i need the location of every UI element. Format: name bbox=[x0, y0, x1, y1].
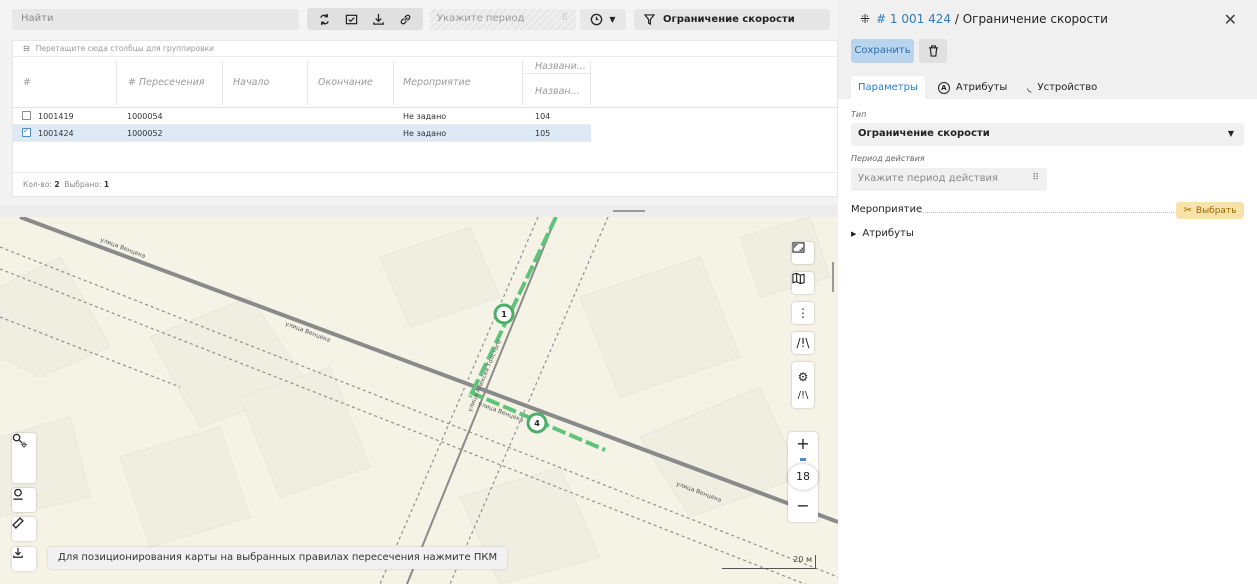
cell-event: Не задано bbox=[403, 112, 447, 121]
map-layers-icon[interactable] bbox=[792, 272, 814, 294]
type-label: Тип bbox=[851, 110, 867, 119]
zoom-in-button[interactable]: + bbox=[788, 434, 818, 453]
svg-text:1: 1 bbox=[501, 310, 507, 319]
map-view[interactable]: улица Венцека улица Венцека улица Венцек… bbox=[0, 217, 838, 584]
record-id-link[interactable]: # 1 001 424 bbox=[876, 12, 951, 26]
download-icon[interactable] bbox=[368, 9, 390, 29]
svg-text:4: 4 bbox=[534, 419, 540, 428]
attribute-icon: A bbox=[937, 81, 950, 94]
calendar-grid-icon: ⠿ bbox=[1032, 173, 1039, 183]
link-icon[interactable] bbox=[395, 9, 417, 29]
data-grid: ⊟ Перетащите сюда столбцы для группировк… bbox=[12, 40, 838, 197]
map-left-tools: ⌖ bbox=[12, 433, 36, 483]
group-icon: ⊟ bbox=[23, 44, 30, 53]
period-field[interactable]: Укажите период действия ⠿ bbox=[851, 168, 1047, 191]
column-header-name[interactable]: Назван... bbox=[535, 86, 580, 97]
row-checkbox[interactable] bbox=[22, 111, 31, 120]
column-group-header-name[interactable]: Названи... bbox=[535, 61, 586, 72]
marker-1[interactable]: 1 bbox=[493, 303, 515, 325]
caret-right-icon: ▶ bbox=[851, 229, 857, 238]
fullscreen-icon[interactable] bbox=[792, 242, 814, 264]
grid-footer: Кол-во: 2 Выбрано: 1 bbox=[13, 172, 837, 196]
cell-name: 104 bbox=[535, 112, 551, 121]
location-pin-icon[interactable] bbox=[12, 488, 36, 512]
panel-resize-handle[interactable] bbox=[832, 262, 834, 292]
event-label: Мероприятие bbox=[851, 204, 923, 215]
filter-label: Ограничение скорости bbox=[663, 14, 795, 25]
map-hint: Для позиционирования карты на выбранных … bbox=[48, 547, 508, 569]
top-toolbar: Найти Укажите период ⠿ ▼ Ограничение скор… bbox=[0, 0, 838, 38]
attributes-expander[interactable]: ▶ Атрибуты bbox=[851, 228, 914, 239]
rule-icon: ⁜ bbox=[860, 12, 871, 26]
road-icon[interactable]: /!\ bbox=[792, 332, 814, 354]
table-row[interactable]: 1001419 1000054 Не задано 104 bbox=[13, 108, 591, 125]
choose-button[interactable]: ✂ Выбрать bbox=[1176, 202, 1244, 219]
marker-4[interactable]: 4 bbox=[526, 412, 548, 434]
close-icon[interactable]: ✕ bbox=[1224, 10, 1237, 29]
clock-icon bbox=[591, 13, 603, 26]
search-input[interactable]: Найти bbox=[12, 9, 299, 30]
download-icon[interactable] bbox=[12, 547, 36, 571]
cell-intersection: 1000052 bbox=[127, 129, 163, 138]
cell-name: 105 bbox=[535, 129, 551, 138]
tab-attributes[interactable]: A Атрибуты bbox=[931, 76, 1014, 99]
cell-id: 1001424 bbox=[38, 129, 74, 138]
column-header-intersection[interactable]: # Пересечения bbox=[128, 77, 204, 88]
period-label: Период действия bbox=[851, 154, 925, 163]
details-panel: ⁜ # 1 001 424 / Ограничение скорости ✕ С… bbox=[838, 0, 1257, 584]
cell-event: Не задано bbox=[403, 129, 447, 138]
save-button[interactable]: Сохранить bbox=[851, 39, 914, 63]
period-input[interactable]: Укажите период ⠿ bbox=[430, 9, 576, 30]
road-icon[interactable]: /!\ bbox=[798, 390, 809, 401]
trash-icon bbox=[928, 45, 938, 57]
zoom-out-button[interactable]: − bbox=[788, 496, 818, 515]
event-row: Мероприятие ✂ Выбрать bbox=[851, 202, 1244, 219]
cell-intersection: 1000054 bbox=[127, 112, 163, 121]
row-checkbox[interactable] bbox=[22, 126, 31, 137]
time-dropdown[interactable]: ▼ bbox=[580, 9, 626, 30]
gear-icon[interactable]: ⚙ bbox=[798, 370, 809, 384]
record-title: / Ограничение скорости bbox=[951, 12, 1108, 26]
zoom-indicator bbox=[800, 458, 806, 461]
filter-icon bbox=[644, 14, 655, 25]
select-all-icon[interactable] bbox=[341, 9, 363, 29]
map-tool-download bbox=[12, 547, 36, 571]
more-vertical-icon[interactable]: ⋮ bbox=[792, 302, 814, 324]
filter-button[interactable]: Ограничение скорости bbox=[634, 9, 830, 30]
device-signal-icon: ◟ bbox=[1027, 81, 1032, 94]
map-canvas: улица Венцека улица Венцека улица Венцек… bbox=[0, 217, 838, 584]
column-header-start[interactable]: Начало bbox=[233, 77, 269, 88]
map-settings-group: ⚙ /!\ bbox=[792, 362, 814, 408]
panel-tabs: Параметры A Атрибуты ◟ Устройство bbox=[851, 76, 1110, 99]
group-drop-zone[interactable]: ⊟ Перетащите сюда столбцы для группировк… bbox=[13, 41, 837, 57]
map-tool-ruler bbox=[12, 517, 36, 541]
column-header-end[interactable]: Окончание bbox=[318, 77, 373, 88]
zoom-level: 18 bbox=[788, 464, 818, 490]
table-row[interactable]: 1001424 1000052 Не задано 105 bbox=[13, 125, 591, 142]
panel-header: ⁜ # 1 001 424 / Ограничение скорости ✕ С… bbox=[838, 0, 1257, 99]
map-scale: 20 м bbox=[722, 555, 816, 569]
ruler-icon[interactable] bbox=[12, 517, 36, 541]
column-header-event[interactable]: Мероприятие bbox=[403, 77, 471, 88]
splitter[interactable] bbox=[0, 205, 838, 217]
cell-id: 1001419 bbox=[38, 112, 74, 121]
toolbar-actions bbox=[307, 8, 423, 30]
search-icon[interactable] bbox=[12, 433, 36, 481]
type-select[interactable]: Ограничение скорости ▼ bbox=[851, 123, 1244, 146]
tab-parameters[interactable]: Параметры bbox=[851, 76, 925, 99]
grid-header: # # Пересечения Начало Окончание Меропри… bbox=[13, 57, 837, 108]
calendar-grid-icon: ⠿ bbox=[561, 13, 568, 23]
panel-title: ⁜ # 1 001 424 / Ограничение скорости bbox=[860, 12, 1108, 26]
magic-wand-icon: ✂ bbox=[1183, 205, 1192, 216]
refresh-icon[interactable] bbox=[314, 9, 336, 29]
group-hint-text: Перетащите сюда столбцы для группировки bbox=[35, 44, 214, 53]
column-header-id[interactable]: # bbox=[23, 77, 31, 88]
delete-button[interactable] bbox=[919, 39, 947, 63]
splitter-handle[interactable] bbox=[613, 210, 645, 212]
tab-device[interactable]: ◟ Устройство bbox=[1020, 76, 1104, 99]
map-tool-pin bbox=[12, 488, 36, 512]
zoom-control: + 18 − bbox=[788, 432, 818, 522]
chevron-down-icon: ▼ bbox=[609, 15, 616, 24]
chevron-down-icon: ▼ bbox=[1227, 129, 1234, 138]
